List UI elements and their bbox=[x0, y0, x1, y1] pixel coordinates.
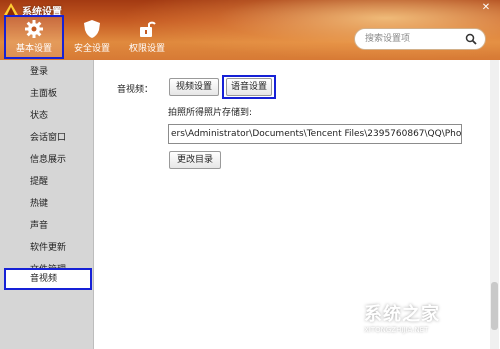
toolbar-security-settings[interactable]: 安全设置 bbox=[70, 17, 114, 59]
watermark-url: XITONGZHIJIA.NET bbox=[364, 326, 429, 334]
watermark-logo-icon bbox=[326, 296, 362, 336]
photo-storage-label: 拍照所得照片存储到: bbox=[168, 108, 253, 118]
photo-path-field[interactable]: ers\Administrator\Documents\Tencent File… bbox=[168, 124, 462, 144]
shield-icon bbox=[84, 20, 100, 38]
sidebar-item-sound[interactable]: 声音 bbox=[0, 215, 92, 237]
sidebar-item-chat-window[interactable]: 会话窗口 bbox=[0, 127, 92, 149]
voice-settings-highlight: 语音设置 bbox=[222, 75, 276, 99]
gear-icon bbox=[25, 20, 43, 38]
watermark-text: 系统之家 bbox=[364, 304, 440, 325]
header-bar: 系统设置 ✕ 基本设置 安全设置 权限设置 搜索设置项 bbox=[0, 0, 500, 60]
toolbar-permission-label: 权限设置 bbox=[128, 44, 165, 54]
video-settings-button[interactable]: 视频设置 bbox=[169, 78, 219, 96]
change-directory-button[interactable]: 更改目录 bbox=[169, 151, 221, 169]
toolbar-security-label: 安全设置 bbox=[73, 44, 110, 54]
sidebar-item-reminder[interactable]: 提醒 bbox=[0, 171, 92, 193]
sidebar-item-software-update[interactable]: 软件更新 bbox=[0, 237, 92, 259]
unlock-icon bbox=[140, 21, 156, 37]
close-button[interactable]: ✕ bbox=[477, 2, 495, 14]
sidebar-item-main-panel[interactable]: 主面板 bbox=[0, 83, 92, 105]
toolbar-basic-label: 基本设置 bbox=[15, 44, 52, 54]
sidebar-item-login[interactable]: 登录 bbox=[0, 61, 92, 83]
toolbar-basic-settings[interactable]: 基本设置 bbox=[4, 15, 64, 59]
settings-sidebar: 登录 主面板 状态 会话窗口 信息展示 提醒 热键 声音 软件更新 文件管理 音… bbox=[0, 60, 94, 349]
search-icon[interactable] bbox=[465, 33, 477, 45]
toolbar-permission-settings[interactable]: 权限设置 bbox=[120, 17, 174, 59]
search-box bbox=[354, 28, 486, 50]
sidebar-item-hotkeys[interactable]: 热键 bbox=[0, 193, 92, 215]
watermark: 系统之家 XITONGZHIJIA.NET bbox=[318, 290, 498, 346]
voice-settings-button[interactable]: 语音设置 bbox=[226, 78, 272, 96]
audio-video-section-label: 音视频： bbox=[117, 85, 154, 95]
sidebar-item-info-display[interactable]: 信息展示 bbox=[0, 149, 92, 171]
settings-window: 系统设置 ✕ 基本设置 安全设置 权限设置 搜索设置项 登录 主面板 状态 会话… bbox=[0, 0, 500, 349]
sidebar-item-audio-video[interactable]: 音视频 bbox=[4, 268, 92, 290]
sidebar-item-status[interactable]: 状态 bbox=[0, 105, 92, 127]
search-input[interactable] bbox=[363, 33, 467, 45]
app-logo-icon bbox=[4, 3, 18, 15]
